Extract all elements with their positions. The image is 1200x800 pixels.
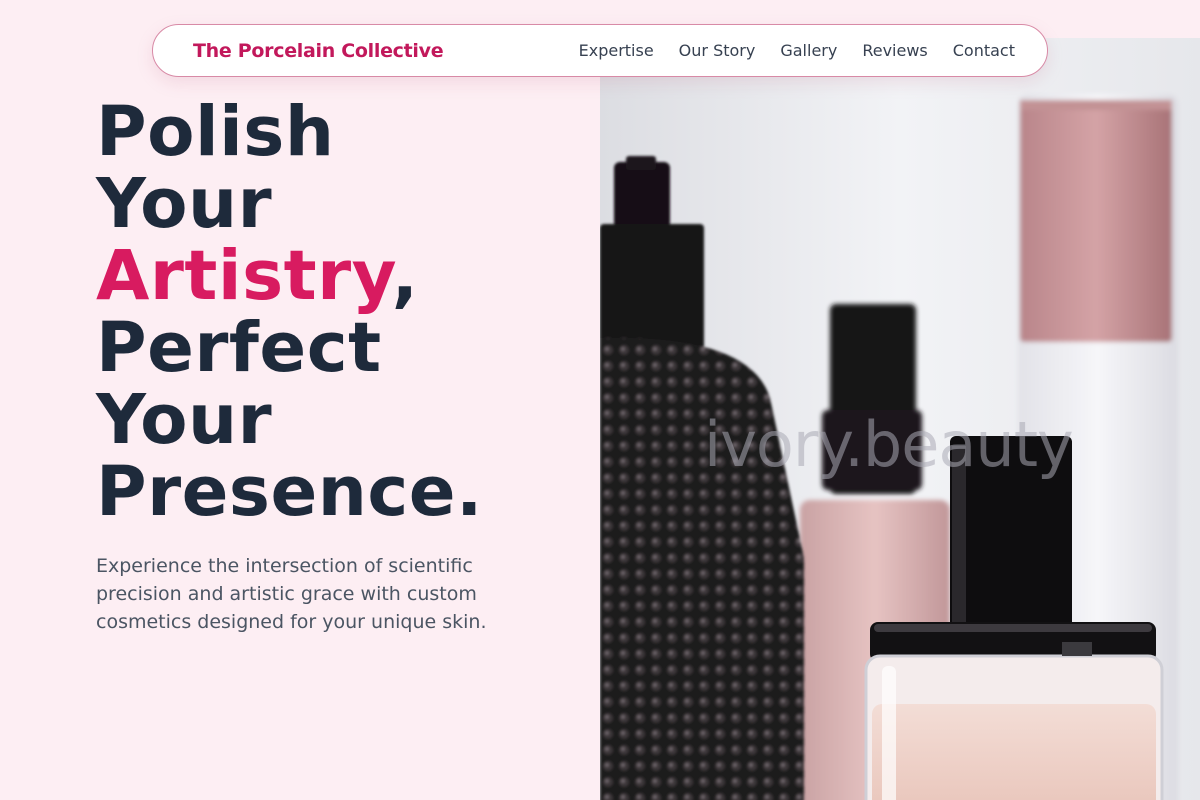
- hero-image: ivory.beauty: [600, 38, 1200, 800]
- nav-link-reviews[interactable]: Reviews: [862, 41, 927, 60]
- nav-link-contact[interactable]: Contact: [953, 41, 1015, 60]
- headline-accent-word: Artistry: [96, 236, 392, 316]
- headline-line-3: Artistry,: [96, 240, 596, 312]
- nav-link-gallery[interactable]: Gallery: [780, 41, 837, 60]
- headline-line-6: Presence.: [96, 452, 483, 532]
- headline-line-2: Your: [96, 164, 273, 244]
- nav-link-our-story[interactable]: Our Story: [679, 41, 756, 60]
- hero-headline: Polish Your Artistry, Perfect Your Prese…: [96, 96, 596, 528]
- brand-logo[interactable]: The Porcelain Collective: [193, 40, 444, 62]
- image-watermark: ivory.beauty: [704, 408, 1074, 481]
- headline-comma: ,: [391, 236, 419, 316]
- headline-line-4: Perfect: [96, 308, 382, 388]
- nav-links: Expertise Our Story Gallery Reviews Cont…: [579, 41, 1015, 60]
- hero-subcopy: Experience the intersection of scientifi…: [96, 555, 487, 633]
- headline-line-1: Polish: [96, 92, 335, 172]
- page: ivory.beauty The Porcelain Collective Ex…: [0, 0, 1200, 800]
- nav-link-expertise[interactable]: Expertise: [579, 41, 654, 60]
- navbar: The Porcelain Collective Expertise Our S…: [152, 24, 1048, 77]
- headline-line-5: Your: [96, 380, 273, 460]
